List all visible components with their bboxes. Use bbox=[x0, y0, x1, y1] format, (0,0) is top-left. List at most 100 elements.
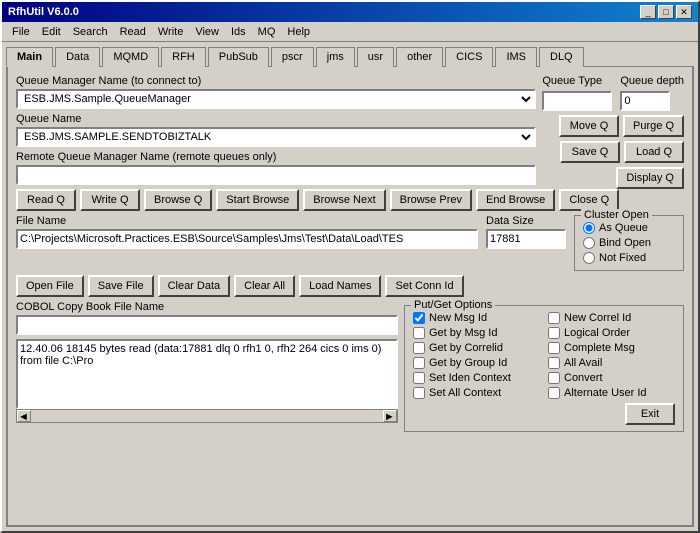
check-set-all-context-input[interactable] bbox=[413, 387, 425, 399]
check-new-msg-id-input[interactable] bbox=[413, 312, 425, 324]
data-size-input[interactable]: 17881 bbox=[486, 229, 566, 249]
tab-pubsub[interactable]: PubSub bbox=[208, 47, 269, 67]
check-new-correl-id-input[interactable] bbox=[548, 312, 560, 324]
radio-bind-open[interactable]: Bind Open bbox=[583, 237, 675, 249]
check-complete-msg[interactable]: Complete Msg bbox=[548, 342, 675, 354]
put-get-checkboxes: New Msg Id New Correl Id Get by Msg Id L… bbox=[413, 312, 675, 399]
check-all-avail[interactable]: All Avail bbox=[548, 357, 675, 369]
minimize-button[interactable]: _ bbox=[640, 5, 656, 19]
menu-write[interactable]: Write bbox=[152, 24, 189, 40]
check-all-avail-input[interactable] bbox=[548, 357, 560, 369]
put-get-options-label: Put/Get Options bbox=[411, 299, 495, 311]
tab-usr[interactable]: usr bbox=[357, 47, 394, 67]
end-browse-button[interactable]: End Browse bbox=[476, 189, 555, 211]
title-bar: RfhUtil V6.0.0 _ □ ✕ bbox=[2, 2, 698, 22]
check-alternate-user-id[interactable]: Alternate User Id bbox=[548, 387, 675, 399]
remote-queue-input[interactable] bbox=[16, 165, 536, 185]
file-name-label: File Name bbox=[16, 215, 478, 227]
check-set-iden-context[interactable]: Set Iden Context bbox=[413, 372, 540, 384]
menu-search[interactable]: Search bbox=[67, 24, 114, 40]
check-get-by-group-id-input[interactable] bbox=[413, 357, 425, 369]
check-alternate-user-id-input[interactable] bbox=[548, 387, 560, 399]
close-button[interactable]: ✕ bbox=[676, 5, 692, 19]
tab-ims[interactable]: IMS bbox=[495, 47, 537, 67]
check-complete-msg-input[interactable] bbox=[548, 342, 560, 354]
clear-all-button[interactable]: Clear All bbox=[234, 275, 295, 297]
browse-q-button[interactable]: Browse Q bbox=[144, 189, 212, 211]
check-logical-order-input[interactable] bbox=[548, 327, 560, 339]
start-browse-button[interactable]: Start Browse bbox=[216, 189, 299, 211]
check-set-all-context[interactable]: Set All Context bbox=[413, 387, 540, 399]
file-name-input[interactable]: C:\Projects\Microsoft.Practices.ESB\Sour… bbox=[16, 229, 478, 249]
radio-not-fixed[interactable]: Not Fixed bbox=[583, 252, 675, 264]
display-q-button[interactable]: Display Q bbox=[616, 167, 684, 189]
open-file-button[interactable]: Open File bbox=[16, 275, 84, 297]
main-window: RfhUtil V6.0.0 _ □ ✕ File Edit Search Re… bbox=[0, 0, 700, 533]
load-names-button[interactable]: Load Names bbox=[299, 275, 381, 297]
browse-next-button[interactable]: Browse Next bbox=[303, 189, 385, 211]
put-get-options-group: Put/Get Options New Msg Id New Correl Id… bbox=[404, 305, 684, 432]
purge-q-button[interactable]: Purge Q bbox=[623, 115, 684, 137]
check-logical-order[interactable]: Logical Order bbox=[548, 327, 675, 339]
radio-bind-open-input[interactable] bbox=[583, 237, 595, 249]
scroll-left-btn[interactable]: ◄ bbox=[17, 410, 31, 422]
remote-queue-label: Remote Queue Manager Name (remote queues… bbox=[16, 151, 536, 163]
check-convert-input[interactable] bbox=[548, 372, 560, 384]
write-q-button[interactable]: Write Q bbox=[80, 189, 140, 211]
tab-cics[interactable]: CICS bbox=[445, 47, 493, 67]
save-file-button[interactable]: Save File bbox=[88, 275, 154, 297]
check-set-iden-context-input[interactable] bbox=[413, 372, 425, 384]
check-get-by-msg-id-input[interactable] bbox=[413, 327, 425, 339]
radio-as-queue[interactable]: As Queue bbox=[583, 222, 675, 234]
exit-row: Exit bbox=[413, 403, 675, 425]
check-new-correl-id[interactable]: New Correl Id bbox=[548, 312, 675, 324]
file-buttons-row: Open File Save File Clear Data Clear All… bbox=[16, 275, 684, 297]
tab-pscr[interactable]: pscr bbox=[271, 47, 314, 67]
window-title: RfhUtil V6.0.0 bbox=[8, 6, 79, 18]
browse-prev-button[interactable]: Browse Prev bbox=[390, 189, 472, 211]
maximize-button[interactable]: □ bbox=[658, 5, 674, 19]
scroll-right-btn[interactable]: ► bbox=[383, 410, 397, 422]
check-get-by-correlid[interactable]: Get by Correlid bbox=[413, 342, 540, 354]
tab-main[interactable]: Main bbox=[6, 47, 53, 67]
scrollbar-horizontal[interactable]: ◄ ► bbox=[16, 409, 398, 423]
read-q-button[interactable]: Read Q bbox=[16, 189, 76, 211]
log-text-area[interactable]: 12.40.06 18145 bytes read (data:17881 dl… bbox=[16, 339, 398, 409]
cobol-input[interactable] bbox=[16, 315, 398, 335]
check-get-by-correlid-input[interactable] bbox=[413, 342, 425, 354]
check-get-by-group-id[interactable]: Get by Group Id bbox=[413, 357, 540, 369]
menu-read[interactable]: Read bbox=[114, 24, 152, 40]
top-section: Queue Manager Name (to connect to) ESB.J… bbox=[16, 75, 684, 189]
tab-dlq[interactable]: DLQ bbox=[539, 47, 584, 67]
tab-jms[interactable]: jms bbox=[316, 47, 355, 67]
radio-as-queue-input[interactable] bbox=[583, 222, 595, 234]
tab-mqmd[interactable]: MQMD bbox=[102, 47, 159, 67]
menu-file[interactable]: File bbox=[6, 24, 36, 40]
queue-depth-input[interactable]: 0 bbox=[620, 91, 670, 111]
move-q-button[interactable]: Move Q bbox=[559, 115, 619, 137]
radio-not-fixed-input[interactable] bbox=[583, 252, 595, 264]
exit-button[interactable]: Exit bbox=[625, 403, 675, 425]
data-size-section: Data Size 17881 bbox=[486, 215, 566, 249]
cobol-label: COBOL Copy Book File Name bbox=[16, 301, 398, 313]
queue-name-select[interactable]: ESB.JMS.SAMPLE.SENDTOBIZTALK bbox=[16, 127, 536, 147]
menu-ids[interactable]: Ids bbox=[225, 24, 252, 40]
check-get-by-msg-id[interactable]: Get by Msg Id bbox=[413, 327, 540, 339]
menu-edit[interactable]: Edit bbox=[36, 24, 67, 40]
menu-bar: File Edit Search Read Write View Ids MQ … bbox=[2, 22, 698, 42]
cluster-open-label: Cluster Open bbox=[581, 209, 652, 221]
close-q-button[interactable]: Close Q bbox=[559, 189, 619, 211]
clear-data-button[interactable]: Clear Data bbox=[158, 275, 231, 297]
tab-data[interactable]: Data bbox=[55, 47, 100, 67]
set-conn-id-button[interactable]: Set Conn Id bbox=[385, 275, 463, 297]
check-convert[interactable]: Convert bbox=[548, 372, 675, 384]
menu-help[interactable]: Help bbox=[281, 24, 316, 40]
queue-manager-select[interactable]: ESB.JMS.Sample.QueueManager bbox=[16, 89, 536, 109]
check-new-msg-id[interactable]: New Msg Id bbox=[413, 312, 540, 324]
tab-rfh[interactable]: RFH bbox=[161, 47, 206, 67]
save-q-button[interactable]: Save Q bbox=[560, 141, 620, 163]
load-q-button[interactable]: Load Q bbox=[624, 141, 684, 163]
tab-other[interactable]: other bbox=[396, 47, 443, 67]
menu-mq[interactable]: MQ bbox=[252, 24, 282, 40]
menu-view[interactable]: View bbox=[189, 24, 225, 40]
